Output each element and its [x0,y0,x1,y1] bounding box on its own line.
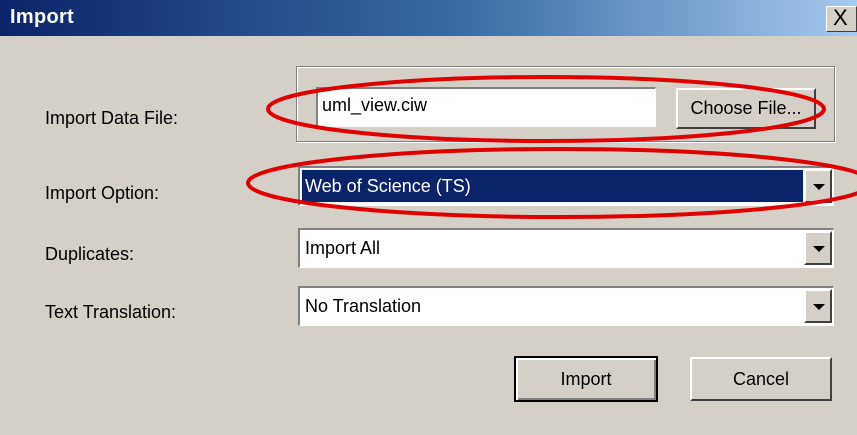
import-button[interactable]: Import [514,356,658,402]
import-option-value: Web of Science (TS) [301,169,804,203]
import-data-file-input[interactable]: uml_view.ciw [316,87,656,127]
window-title: Import [10,6,75,28]
duplicates-select[interactable]: Import All [298,228,834,268]
chevron-down-icon[interactable] [804,169,832,203]
duplicates-label: Duplicates: [45,244,135,264]
choose-file-button[interactable]: Choose File... [676,88,816,129]
duplicates-value: Import All [305,238,381,258]
cancel-button[interactable]: Cancel [690,357,832,401]
import-option-label: Import Option: [45,183,160,203]
close-icon[interactable]: X [826,6,857,32]
import-data-file-label: Import Data File: [45,108,179,128]
chevron-down-icon[interactable] [804,289,832,323]
chevron-down-icon[interactable] [804,231,832,265]
text-translation-label: Text Translation: [45,302,177,322]
text-translation-value: No Translation [305,296,422,316]
title-bar: Import X [0,0,857,36]
text-translation-select[interactable]: No Translation [298,286,834,326]
import-option-select[interactable]: Web of Science (TS) [298,166,834,206]
